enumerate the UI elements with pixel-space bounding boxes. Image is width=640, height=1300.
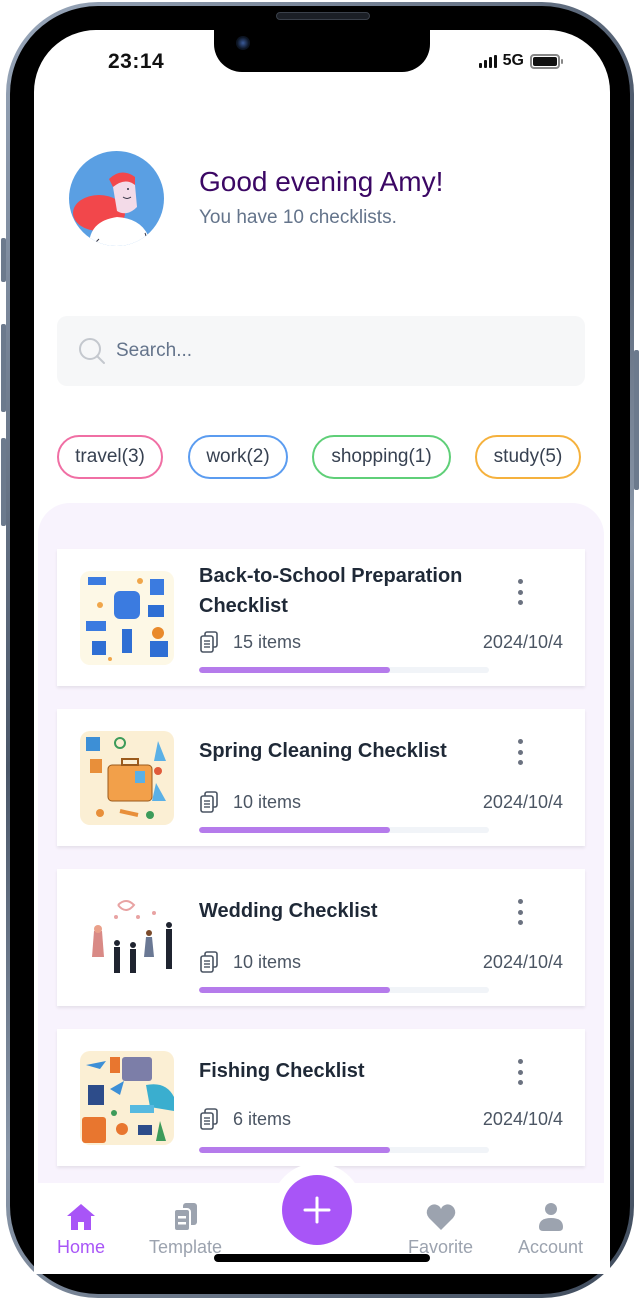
- tag-shopping[interactable]: shopping(1): [312, 435, 451, 479]
- school-supplies-thumbnail: [80, 571, 174, 665]
- tag-work[interactable]: work(2): [188, 435, 288, 479]
- home-indicator: [214, 1254, 430, 1262]
- progress-bar: [199, 1147, 489, 1153]
- checklist-count: You have 10 checklists.: [199, 207, 397, 228]
- checklist-card[interactable]: Back-to-School Preparation Checklist 15 …: [57, 549, 585, 686]
- progress-bar: [199, 987, 489, 993]
- home-icon: [67, 1204, 95, 1230]
- checklist-meta: 10 items 2024/10/4: [199, 791, 563, 813]
- progress-fill: [199, 827, 391, 833]
- suitcase-pattern-thumbnail: [80, 731, 174, 825]
- nav-label: Account: [518, 1237, 584, 1257]
- user-avatar[interactable]: [69, 151, 164, 246]
- progress-fill: [199, 667, 391, 673]
- nav-home[interactable]: Home: [57, 1201, 105, 1258]
- checklist-title: Wedding Checklist: [199, 900, 378, 922]
- greeting-title: Good evening Amy!: [199, 166, 444, 197]
- more-options-icon[interactable]: [517, 739, 523, 765]
- item-count: 10 items: [233, 951, 302, 972]
- speaker: [276, 12, 370, 20]
- nav-template[interactable]: Template: [149, 1201, 222, 1258]
- signal-icon: [478, 54, 497, 68]
- clipboard-icon: [200, 791, 218, 813]
- item-count: 15 items: [233, 631, 302, 652]
- template-icon: [172, 1203, 197, 1232]
- status-icons: 5G: [478, 52, 563, 70]
- progress-bar: [199, 827, 489, 833]
- checklist-date: 2024/10/4: [482, 631, 563, 652]
- search-icon: [79, 338, 105, 364]
- battery-icon: [530, 53, 563, 69]
- progress-fill: [199, 987, 391, 993]
- nav-label: Home: [57, 1237, 106, 1257]
- front-camera: [236, 36, 250, 50]
- plus-icon: [303, 1196, 331, 1224]
- checklist-card[interactable]: Wedding Checklist 10 items 2024/10/4: [57, 869, 585, 1006]
- progress-bar: [199, 667, 489, 673]
- item-count: 10 items: [233, 791, 302, 812]
- add-checklist-button[interactable]: [282, 1175, 352, 1245]
- nav-account[interactable]: Account: [518, 1201, 583, 1258]
- mute-switch: [1, 238, 6, 282]
- checklist-date: 2024/10/4: [482, 951, 563, 972]
- tag-study[interactable]: study(5): [475, 435, 581, 479]
- travel-items-thumbnail: [80, 1051, 174, 1145]
- nav-label: Template: [149, 1237, 223, 1257]
- nav-favorite[interactable]: Favorite: [408, 1201, 473, 1258]
- volume-down-button: [1, 438, 6, 526]
- checklist-title: Back-to-School Preparation Checklist: [199, 565, 463, 617]
- more-options-icon[interactable]: [517, 899, 523, 925]
- wedding-thumbnail: [80, 891, 174, 985]
- checklist-meta: 6 items 2024/10/4: [199, 1108, 563, 1130]
- clipboard-icon: [200, 1108, 218, 1130]
- checklist-date: 2024/10/4: [482, 1108, 563, 1129]
- status-time: 23:14: [108, 50, 165, 73]
- heart-icon: [426, 1204, 455, 1230]
- tag-travel[interactable]: travel(3): [57, 435, 163, 479]
- checklist-card[interactable]: Fishing Checklist 6 items 2024/10/4: [57, 1029, 585, 1166]
- item-count: 6 items: [233, 1108, 292, 1129]
- network-type: 5G: [502, 52, 524, 69]
- checklist-meta: 15 items 2024/10/4: [199, 631, 563, 653]
- volume-up-button: [1, 324, 6, 412]
- clipboard-icon: [200, 951, 218, 973]
- clipboard-icon: [200, 631, 218, 653]
- checklist-card[interactable]: Spring Cleaning Checklist 10 items 2024/…: [57, 709, 585, 846]
- checklist-meta: 10 items 2024/10/4: [199, 951, 563, 973]
- checklist-title: Fishing Checklist: [199, 1060, 365, 1082]
- search-input[interactable]: [116, 340, 536, 362]
- search-bar[interactable]: [57, 316, 585, 386]
- checklist-date: 2024/10/4: [482, 791, 563, 812]
- power-button: [634, 350, 639, 490]
- checklist-title: Spring Cleaning Checklist: [199, 740, 447, 762]
- more-options-icon[interactable]: [517, 579, 523, 605]
- more-options-icon[interactable]: [517, 1059, 523, 1085]
- account-icon: [538, 1203, 563, 1231]
- user-avatar-illustration: [73, 172, 151, 246]
- progress-fill: [199, 1147, 391, 1153]
